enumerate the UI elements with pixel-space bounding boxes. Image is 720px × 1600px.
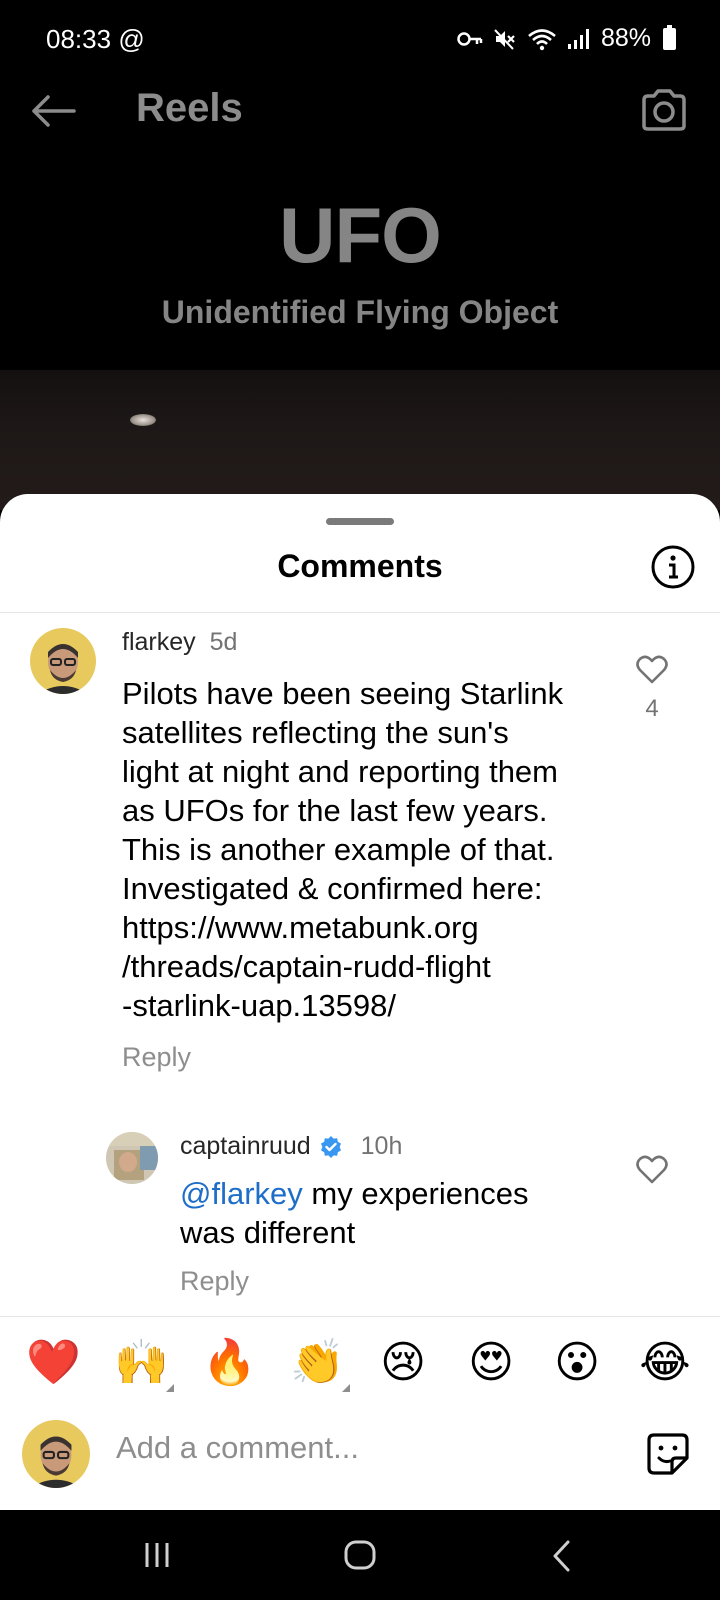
like-control: 4 [632, 654, 672, 723]
heart-outline-icon[interactable] [636, 1154, 668, 1184]
skin-tone-indicator [166, 1384, 174, 1392]
emoji-quick-bar: ❤️ 🙌 🔥 👏 😢 😍 😮 😂 [0, 1336, 720, 1396]
comment-username[interactable]: captainruud [180, 1132, 311, 1160]
comment-text: @flarkey my experiences was different [180, 1176, 529, 1250]
video-light [130, 414, 156, 426]
avatar[interactable] [106, 1132, 158, 1184]
emoji-laughing[interactable]: 😂 [638, 1336, 692, 1390]
comment-username[interactable]: flarkey [122, 628, 196, 656]
back-icon[interactable] [552, 1540, 572, 1577]
mention-link[interactable]: @flarkey [180, 1176, 303, 1211]
back-arrow-icon[interactable] [30, 94, 76, 133]
sheet-drag-handle[interactable] [326, 518, 394, 525]
emoji-raised-hands[interactable]: 🙌 [114, 1336, 174, 1392]
comment-link[interactable]: https://www.metabunk.org [122, 908, 622, 947]
home-icon[interactable] [344, 1540, 376, 1575]
battery-percent: 88% [600, 24, 651, 52]
skin-tone-indicator [342, 1384, 350, 1392]
reply-button[interactable]: Reply [122, 1042, 191, 1073]
battery-icon [663, 24, 676, 50]
emoji-heart[interactable]: ❤️ [26, 1336, 81, 1390]
comment-link[interactable]: -starlink-uap.13598/ [122, 986, 622, 1025]
emoji-crying[interactable]: 😢 [376, 1336, 430, 1390]
comment-time: 10h [360, 1132, 403, 1160]
comment-text: Pilots have been seeing Starlink satelli… [122, 674, 622, 1025]
reel-video[interactable]: UFO Unidentified Flying Object [0, 144, 720, 510]
status-icons: 88% [457, 24, 676, 53]
heart-outline-icon[interactable] [636, 654, 668, 684]
avatar [22, 1420, 90, 1488]
key-icon [457, 31, 483, 46]
video-subtitle: Unidentified Flying Object [161, 294, 559, 330]
reply-button[interactable]: Reply [180, 1266, 249, 1297]
wifi-icon [528, 28, 556, 50]
comment-header: captainruud 10h [180, 1132, 402, 1164]
verified-badge-icon [319, 1135, 343, 1164]
emoji-heart-eyes[interactable]: 😍 [464, 1336, 518, 1390]
status-time: 08:33 @ [46, 24, 145, 54]
comment-time: 5d [209, 628, 238, 656]
mute-icon [494, 28, 515, 50]
signal-icon [567, 28, 589, 49]
emoji-clapping[interactable]: 👏 [290, 1336, 350, 1392]
divider [0, 1316, 720, 1317]
video-scene [0, 370, 720, 510]
divider [0, 612, 720, 613]
comment-composer: Add a comment... [0, 1420, 720, 1490]
recent-apps-icon[interactable] [142, 1540, 172, 1575]
comment-input[interactable]: Add a comment... [116, 1430, 596, 1466]
emoji-surprised[interactable]: 😮 [550, 1336, 604, 1390]
system-nav-bar [0, 1510, 720, 1600]
status-bar: 08:33 @ 88% [0, 0, 720, 80]
info-icon[interactable] [650, 544, 696, 595]
like-control [632, 1154, 672, 1189]
video-title: UFO [279, 191, 442, 279]
emoji-fire[interactable]: 🔥 [202, 1336, 257, 1390]
avatar[interactable] [30, 628, 96, 694]
page-title: Reels [136, 86, 243, 130]
sticker-icon[interactable] [646, 1432, 690, 1481]
like-count: 4 [645, 695, 659, 722]
comment-header: flarkey 5d [122, 628, 237, 657]
comment-link[interactable]: /threads/captain-rudd-flight [122, 947, 622, 986]
reels-header: Reels [0, 80, 720, 144]
camera-icon[interactable] [640, 88, 688, 137]
sheet-title: Comments [277, 548, 443, 584]
